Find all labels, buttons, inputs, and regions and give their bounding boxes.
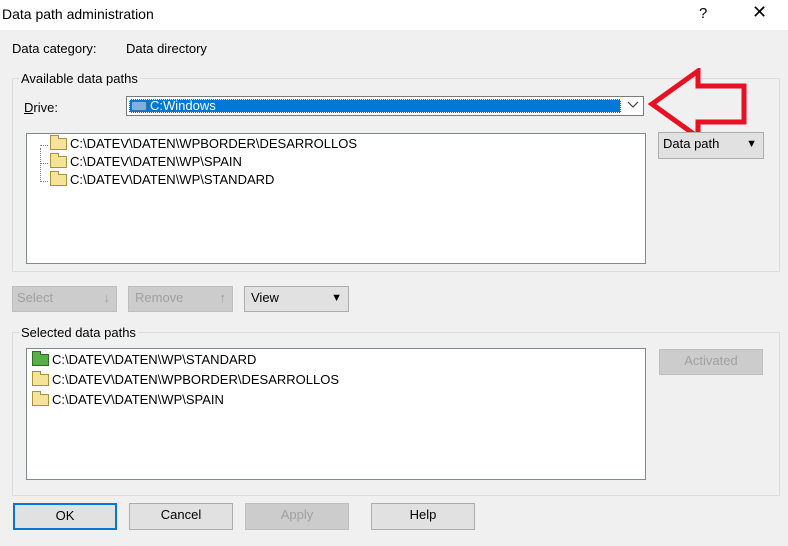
chevron-down-icon[interactable]: [627, 98, 639, 113]
tree-item[interactable]: C:\DATEV\DATEN\WP\STANDARD: [50, 170, 275, 189]
list-item[interactable]: C:\DATEV\DATEN\WP\SPAIN: [32, 390, 224, 409]
drive-selected-value: C:Windows: [129, 99, 621, 113]
folder-icon: [50, 134, 67, 150]
view-button[interactable]: View ▼: [244, 286, 349, 312]
caret-down-icon: ▼: [746, 138, 757, 150]
select-button[interactable]: Select ↓: [12, 286, 117, 312]
tree-branch: [40, 181, 48, 182]
tree-item-label: C:\DATEV\DATEN\WP\STANDARD: [70, 172, 275, 187]
tree-branch: [40, 163, 48, 164]
list-item-label: C:\DATEV\DATEN\WP\SPAIN: [52, 392, 224, 407]
list-item-label: C:\DATEV\DATEN\WPBORDER\DESARROLLOS: [52, 372, 340, 387]
folder-icon: [32, 370, 49, 386]
window-title: Data path administration: [2, 6, 154, 22]
data-path-button[interactable]: Data path ▼: [658, 132, 764, 159]
help-label: Help: [409, 507, 437, 522]
remove-label: Remove: [135, 290, 184, 305]
tree-branch: [40, 145, 48, 146]
tree-item-label: C:\DATEV\DATEN\WPBORDER\DESARROLLOS: [70, 136, 358, 151]
selected-paths-title: Selected data paths: [19, 325, 138, 340]
drive-label-rest: rive:: [33, 100, 58, 115]
tree-item[interactable]: C:\DATEV\DATEN\WP\SPAIN: [50, 152, 242, 171]
apply-label: Apply: [280, 507, 314, 522]
close-icon[interactable]: ✕: [752, 2, 767, 23]
list-item[interactable]: C:\DATEV\DATEN\WPBORDER\DESARROLLOS: [32, 370, 340, 389]
select-label: Select: [17, 290, 54, 305]
list-item-label: C:\DATEV\DATEN\WP\STANDARD: [52, 352, 257, 367]
activated-button[interactable]: Activated: [659, 349, 763, 375]
tree-item[interactable]: C:\DATEV\DATEN\WPBORDER\DESARROLLOS: [50, 134, 358, 153]
data-path-label: Data path: [663, 136, 720, 151]
available-paths-title: Available data paths: [19, 71, 140, 86]
caret-down-icon: ▼: [331, 292, 342, 304]
data-category-value: Data directory: [126, 41, 207, 56]
drive-select[interactable]: C:Windows: [126, 96, 644, 116]
active-folder-icon: [32, 350, 49, 366]
folder-icon: [50, 170, 67, 186]
drive-value-text: C:Windows: [150, 98, 216, 113]
ok-button[interactable]: OK: [13, 503, 117, 530]
arrow-down-icon: ↓: [103, 290, 111, 305]
ok-label: OK: [55, 508, 75, 523]
activated-label: Activated: [684, 353, 738, 368]
folder-icon: [50, 152, 67, 168]
arrow-up-icon: ↑: [219, 290, 227, 305]
data-category-label: Data category:: [12, 41, 97, 56]
help-icon[interactable]: ?: [699, 5, 707, 22]
drive-icon: [131, 100, 147, 111]
annotation-arrow-icon: [648, 68, 747, 140]
remove-button[interactable]: Remove ↑: [128, 286, 233, 312]
view-label: View: [251, 290, 279, 305]
cancel-button[interactable]: Cancel: [129, 503, 233, 530]
drive-label: Drive:: [24, 100, 58, 115]
folder-icon: [32, 390, 49, 406]
tree-item-label: C:\DATEV\DATEN\WP\SPAIN: [70, 154, 242, 169]
apply-button[interactable]: Apply: [245, 503, 349, 530]
list-item[interactable]: C:\DATEV\DATEN\WP\STANDARD: [32, 350, 257, 369]
cancel-label: Cancel: [160, 507, 202, 522]
help-button[interactable]: Help: [371, 503, 475, 530]
